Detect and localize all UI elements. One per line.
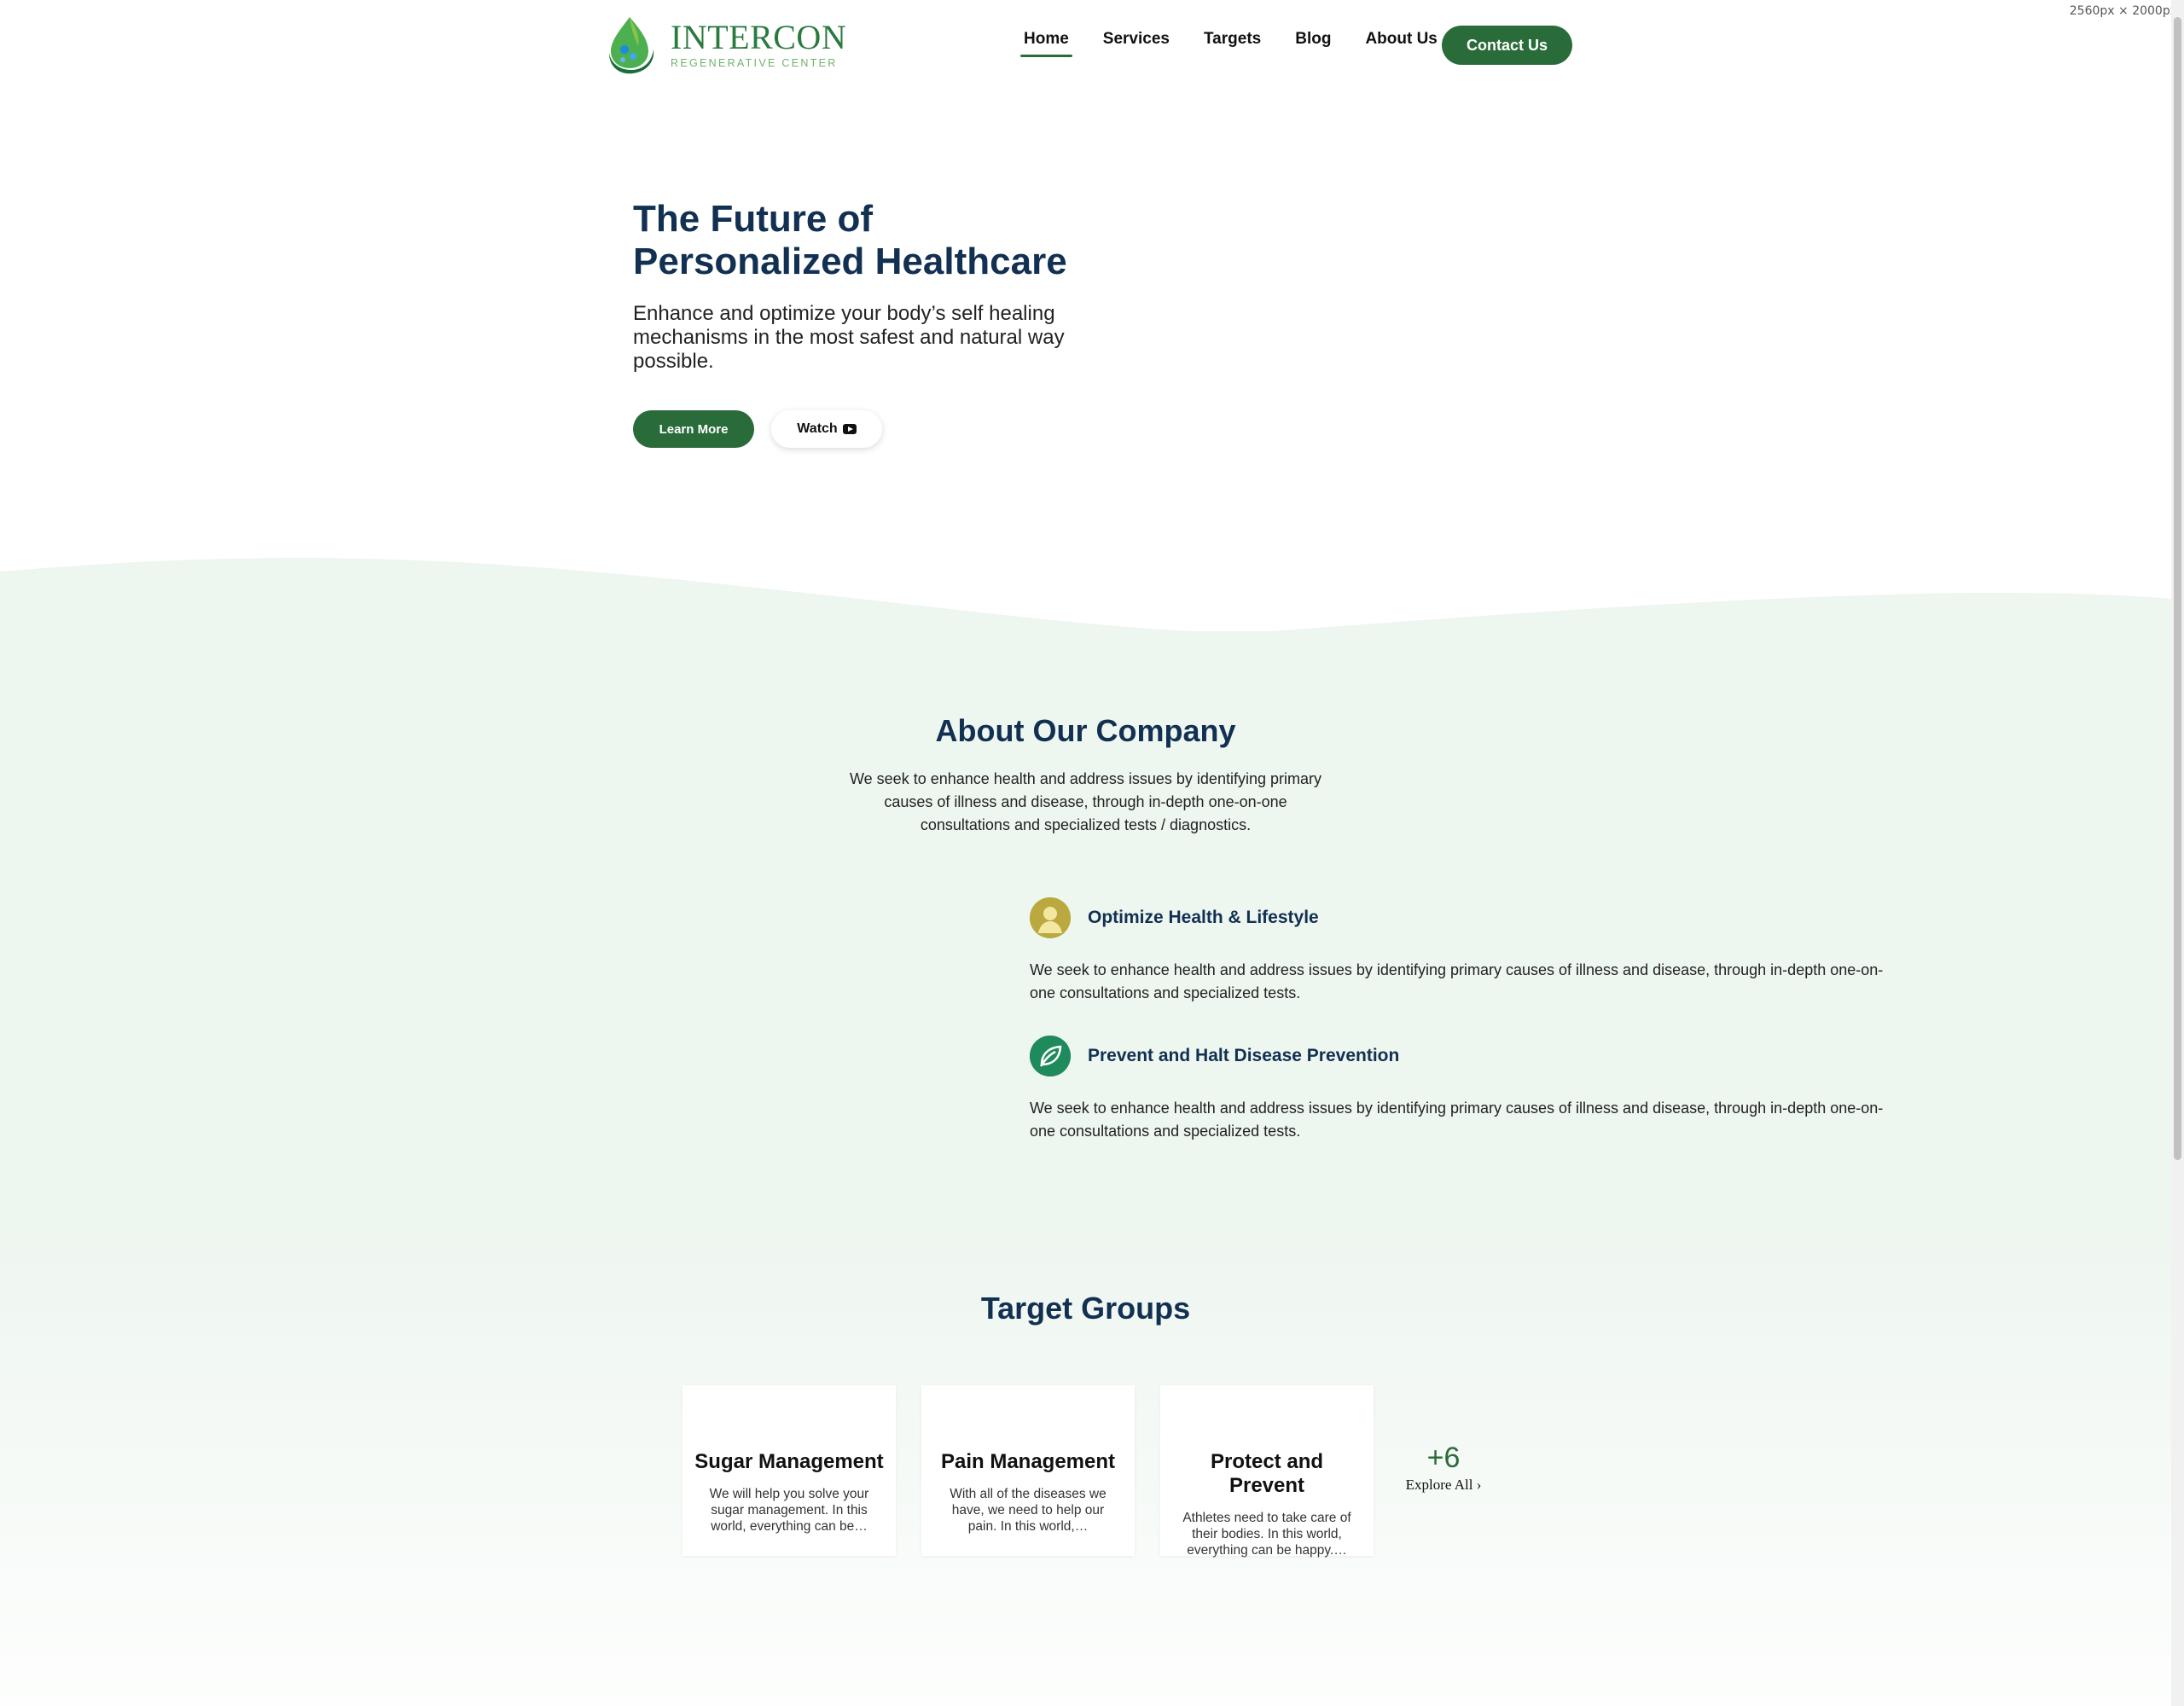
contact-us-button[interactable]: Contact Us [1442,26,1572,65]
hero-title: The Future of Personalized Healthcare [633,198,1067,282]
target-groups-title: Target Groups [980,1291,1191,1326]
learn-more-button[interactable]: Learn More [633,410,754,448]
nav-blog[interactable]: Blog [1295,30,1331,57]
nav-home[interactable]: Home [1020,30,1072,57]
site-header: INTERCON REGENERATIVE CENTER Home Servic… [0,0,2171,94]
about-description: We seek to enhance health and address is… [850,770,1321,833]
nav-about-us[interactable]: About Us [1365,30,1437,57]
logo-drop-icon [609,17,654,74]
hero-actions: Learn More Watch [633,410,882,448]
target-card-protect-prevent[interactable]: Protect and Prevent Athletes need to tak… [1160,1385,1374,1558]
video-play-icon [842,424,857,434]
card-text: With all of the diseases we have, we nee… [950,1487,1107,1534]
logo-name: INTERCON [671,17,847,56]
card-title: Protect and Prevent [1210,1450,1324,1497]
scrollbar-thumb[interactable] [2174,17,2181,1160]
feature-text: We seek to enhance health and address is… [1030,961,1884,1001]
page-scrollbar[interactable] [2171,0,2184,1706]
person-icon [1030,897,1071,938]
about-title: About Our Company [935,713,1236,748]
target-card-pain-management[interactable]: Pain Management With all of the diseases… [921,1385,1135,1556]
feature-text: We seek to enhance health and address is… [1030,1100,1884,1140]
explore-all[interactable]: +6 Explore All › [1399,1442,1488,1494]
feature-title: Optimize Health & Lifestyle [1088,908,1319,927]
hero-section: The Future of Personalized Healthcare En… [633,198,1111,374]
feature-optimize-health: Optimize Health & Lifestyle We seek to e… [1030,897,1908,1005]
brand-logo[interactable]: INTERCON REGENERATIVE CENTER [604,12,846,77]
card-text: We will help you solve your sugar manage… [709,1487,869,1534]
more-count: +6 [1426,1442,1461,1474]
logo-tagline: REGENERATIVE CENTER [671,56,838,69]
nav-services[interactable]: Services [1103,30,1170,57]
card-title: Pain Management [940,1450,1116,1473]
leaf-icon [1030,1036,1071,1076]
feature-prevent-disease: Prevent and Halt Disease Prevention We s… [1030,1036,1908,1143]
hero-subtitle: Enhance and optimize your body’s self he… [633,302,1065,373]
feature-title: Prevent and Halt Disease Prevention [1088,1046,1400,1065]
card-text: Athletes need to take care of their bodi… [1182,1511,1351,1558]
card-title: Sugar Management [694,1450,884,1473]
target-card-sugar-management[interactable]: Sugar Management We will help you solve … [682,1385,896,1556]
nav-targets[interactable]: Targets [1204,30,1261,57]
watch-button[interactable]: Watch [771,410,882,448]
watch-label: Watch [797,421,838,436]
explore-all-link[interactable]: Explore All › [1399,1477,1488,1494]
main-nav: Home Services Targets Blog About Us [1020,26,1472,57]
target-cards: Sugar Management We will help you solve … [682,1385,1399,1558]
